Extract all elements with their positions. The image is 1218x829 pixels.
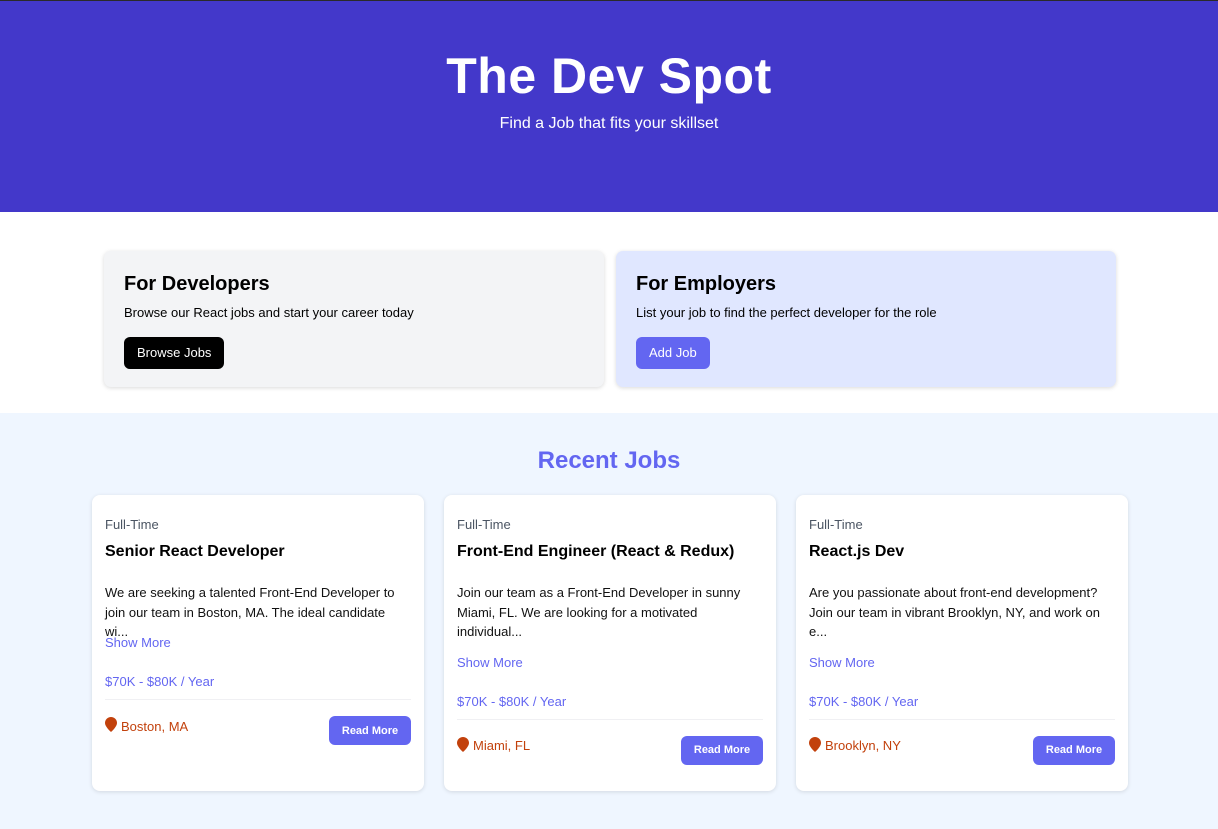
recent-jobs-section: Recent Jobs Full-Time Senior React Develo… — [0, 413, 1218, 829]
map-marker-icon — [809, 736, 825, 755]
job-description-line: We are seeking a talented Front-End Deve… — [105, 585, 395, 600]
job-type: Full-Time — [105, 517, 159, 532]
read-more-button[interactable]: Read More — [329, 716, 411, 745]
employers-card-title: For Employers — [636, 273, 777, 295]
job-title: React.js Dev — [809, 543, 905, 560]
job-type: Full-Time — [457, 517, 511, 532]
browse-jobs-button[interactable]: Browse Jobs — [124, 337, 225, 369]
employers-card-description: List your job to find the perfect develo… — [636, 305, 937, 320]
hero-banner: The Dev Spot Find a Job that fits your s… — [0, 0, 1218, 212]
map-marker-icon — [105, 717, 121, 735]
job-description-line: Are you passionate about front-end devel… — [809, 585, 1098, 600]
job-description-line: Join our team in vibrant Brooklyn, NY, a… — [809, 604, 1100, 620]
recent-jobs-heading: Recent Jobs — [537, 447, 681, 474]
add-job-button[interactable]: Add Job — [636, 337, 710, 369]
show-more-link[interactable]: Show More — [105, 635, 171, 650]
site-title: The Dev Spot — [446, 48, 772, 104]
site-subtitle: Find a Job that fits your skillset — [499, 115, 719, 132]
job-salary: $70K - $80K / Year — [457, 693, 567, 709]
job-location: Brooklyn, NY — [809, 736, 901, 755]
job-location-text: Boston, MA — [121, 718, 189, 734]
job-card: Full-Time Senior React Developer We are se… — [92, 495, 424, 791]
developers-card-title: For Developers — [124, 273, 270, 295]
job-card: Full-Time React.js Dev Are you passionate … — [796, 495, 1128, 791]
job-description-line: individual... — [457, 624, 523, 639]
show-more-link[interactable]: Show More — [457, 655, 523, 670]
job-title: Front-End Engineer (React & Redux) — [457, 543, 735, 560]
card-divider — [809, 718, 1115, 720]
employers-card: For Employers List your job to find the … — [616, 251, 1116, 387]
map-marker-icon — [457, 736, 473, 755]
job-description-line: Join our team as a Front-End Developer i… — [457, 585, 741, 600]
job-description-line: Miami, FL. We are looking for a motivate… — [457, 604, 698, 620]
job-location: Boston, MA — [105, 717, 188, 735]
job-salary: $70K - $80K / Year — [809, 693, 919, 709]
job-description: We are seeking a talented Front-End Deve… — [105, 583, 411, 642]
job-location-text: Brooklyn, NY — [825, 738, 901, 753]
job-type: Full-Time — [809, 517, 863, 532]
job-card: Full-Time Front-End Engineer (React & Red… — [444, 495, 776, 791]
job-description-line: e... — [809, 624, 828, 639]
show-more-link[interactable]: Show More — [809, 655, 875, 670]
job-location: Miami, FL — [457, 736, 531, 755]
read-more-button[interactable]: Read More — [1033, 735, 1115, 765]
job-title: Senior React Developer — [105, 543, 285, 560]
developers-card: For Developers Browse our React jobs and… — [104, 251, 604, 387]
job-location-text: Miami, FL — [473, 738, 531, 753]
read-more-button[interactable]: Read More — [681, 735, 763, 765]
job-salary: $70K - $80K / Year — [105, 674, 215, 689]
card-divider — [457, 718, 763, 720]
job-description: Are you passionate about front-end devel… — [809, 583, 1115, 642]
developers-card-description: Browse our React jobs and start your car… — [124, 305, 414, 320]
job-description: Join our team as a Front-End Developer i… — [457, 583, 763, 642]
card-divider — [105, 699, 411, 700]
